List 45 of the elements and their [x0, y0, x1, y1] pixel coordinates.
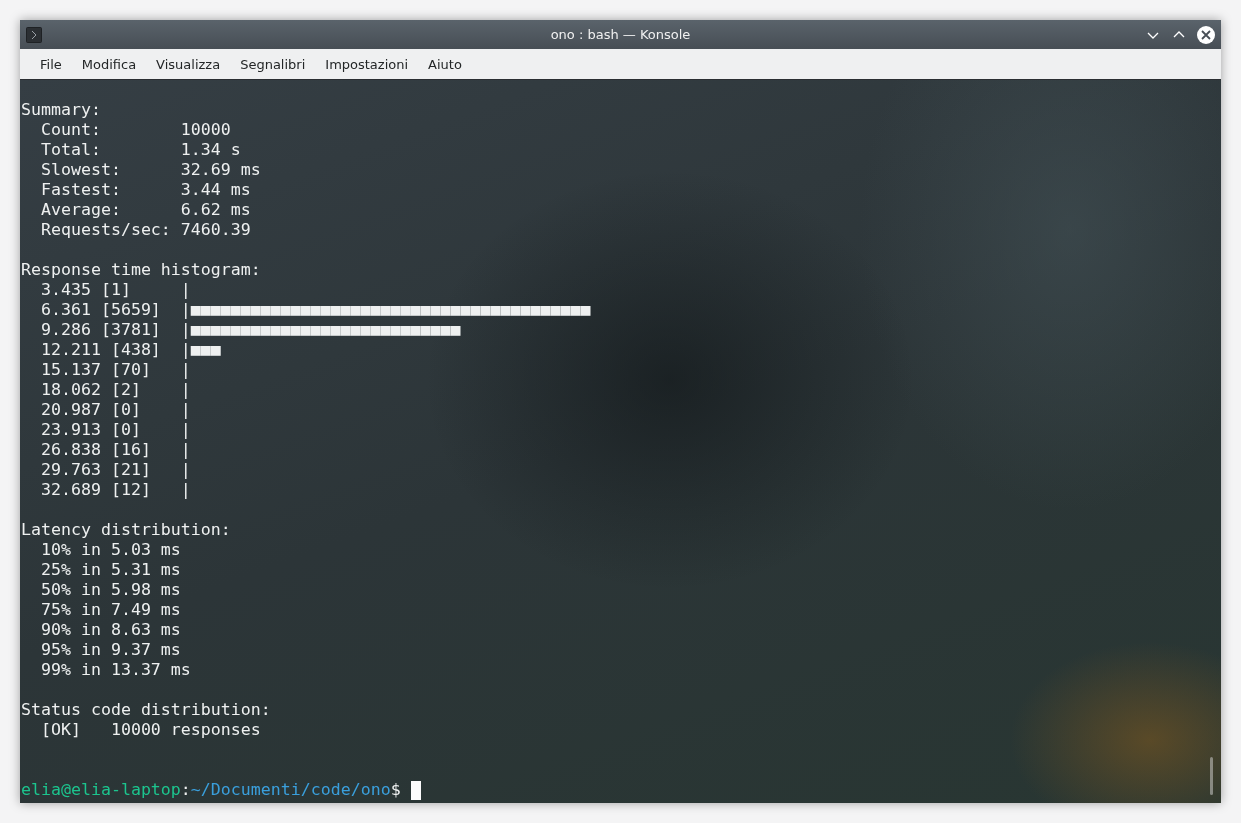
terminal-line: 20.987 [0] | — [39, 400, 191, 419]
terminal-line: 95% in 9.37 ms — [39, 640, 181, 659]
terminal-line: 15.137 [70] | — [39, 360, 191, 379]
terminal-line: Count: 10000 — [39, 120, 231, 139]
terminal-line: Fastest: 3.44 ms — [39, 180, 251, 199]
terminal-area[interactable] — [20, 80, 1221, 803]
menu-item[interactable]: Modifica — [71, 52, 147, 76]
terminal-line: 32.689 [12] | — [39, 480, 191, 499]
prompt-symbol: $ — [390, 780, 401, 799]
terminal-line: Requests/sec: 7460.39 — [39, 220, 251, 239]
terminal-line: [OK] 10000 responses — [39, 720, 261, 739]
terminal-line: Response time histogram: — [21, 260, 261, 279]
terminal-line: 23.913 [0] | — [39, 420, 191, 439]
close-icon[interactable] — [1197, 25, 1215, 44]
terminal-line: 6.361 [5659] |■■■■■■■■■■■■■■■■■■■■■■■■■■■■■■■■■■■■■■■■ — [39, 300, 591, 319]
terminal-line: 90% in 8.63 ms — [39, 620, 181, 639]
terminal-line: Status code distribution: — [21, 700, 271, 719]
terminal-line: 18.062 [2] | — [39, 380, 191, 399]
scrollbar-handle[interactable] — [1210, 757, 1213, 795]
terminal-line: 50% in 5.98 ms — [39, 580, 181, 599]
terminal-line: 12.211 [438] |■■■ — [39, 340, 221, 359]
terminal-line: Average: 6.62 ms — [39, 200, 251, 219]
terminal-line: 99% in 13.37 ms — [39, 660, 191, 679]
menu-item[interactable]: File — [30, 52, 72, 76]
prompt-user: elia@elia-laptop — [21, 780, 181, 799]
window-title: ono : bash — Konsole — [549, 27, 692, 42]
terminal-line: Latency distribution: — [21, 520, 231, 539]
terminal-line: Summary: — [21, 100, 101, 119]
prompt-separator: : — [180, 780, 191, 799]
text-cursor — [410, 781, 421, 800]
menu-item[interactable]: Aiuto — [418, 52, 472, 76]
menu-item[interactable]: Visualizza — [146, 52, 231, 76]
terminal-line: Total: 1.34 s — [39, 140, 241, 159]
terminal-line: 9.286 [3781] |■■■■■■■■■■■■■■■■■■■■■■■■■■■ — [39, 320, 461, 339]
menu-item[interactable]: Segnalibri — [230, 52, 316, 76]
terminal-line: 26.838 [16] | — [39, 440, 191, 459]
terminal-line: 10% in 5.03 ms — [39, 540, 181, 559]
prompt-path: ~/Documenti/code/ono — [190, 780, 391, 799]
menu-item[interactable]: Impostazioni — [315, 52, 419, 76]
terminal-line: Slowest: 32.69 ms — [39, 160, 261, 179]
terminal-icon — [26, 26, 42, 43]
terminal-line: 29.763 [21] | — [39, 460, 191, 479]
terminal-line: 75% in 7.49 ms — [39, 600, 181, 619]
terminal-line: 3.435 [1] | — [39, 280, 191, 299]
terminal-line: 25% in 5.31 ms — [39, 560, 181, 579]
